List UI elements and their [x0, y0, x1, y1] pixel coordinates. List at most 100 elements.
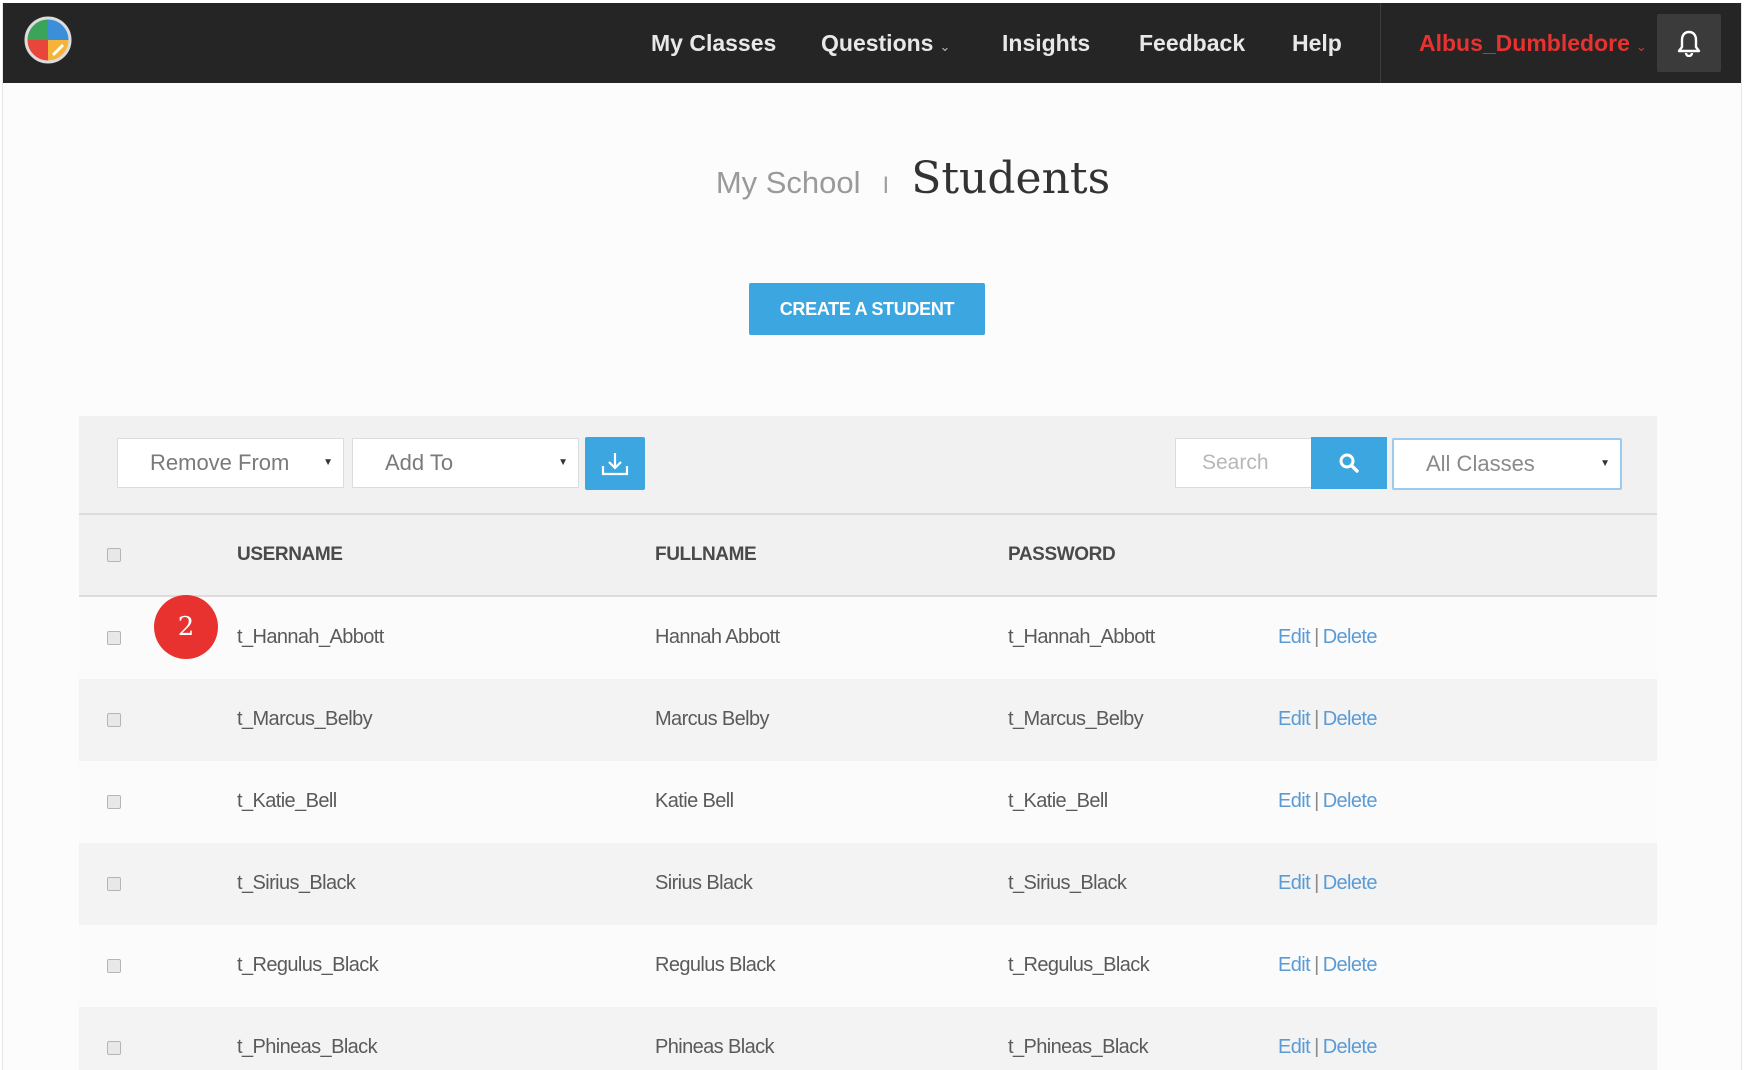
edit-link[interactable]: Edit	[1278, 872, 1311, 895]
download-button[interactable]	[585, 437, 645, 490]
fullname-cell: Regulus Black	[655, 954, 776, 976]
nav-feedback[interactable]: Feedback	[1139, 3, 1245, 83]
remove-from-label: Remove From	[150, 450, 290, 475]
table-row: t_Sirius_Black Sirius Black t_Sirius_Bla…	[79, 843, 1657, 925]
search-input[interactable]	[1175, 438, 1311, 488]
row-checkbox[interactable]	[107, 630, 121, 645]
page-title: Students	[911, 153, 1111, 204]
row-select-cell	[107, 1007, 121, 1070]
actions-cell: Edit | Delete	[1278, 843, 1378, 924]
delete-link[interactable]: Delete	[1323, 626, 1378, 649]
dropdown-arrow-icon: ▼	[558, 457, 568, 468]
app-frame: My Classes Questions ⌄ Insights Feedback …	[2, 3, 1742, 1070]
nav-my-classes-label: My Classes	[651, 30, 777, 56]
username-cell: t_Sirius_Black	[237, 872, 356, 894]
actions-cell: Edit | Delete	[1278, 1007, 1378, 1070]
action-separator: |	[1314, 708, 1319, 730]
delete-link[interactable]: Delete	[1323, 790, 1378, 813]
actions-cell: Edit | Delete	[1278, 925, 1378, 1006]
class-filter-label: All Classes	[1426, 451, 1535, 476]
actions-cell: Edit | Delete	[1278, 597, 1378, 678]
password-cell: t_Hannah_Abbott	[1008, 626, 1155, 648]
username-cell: t_Hannah_Abbott	[237, 626, 384, 648]
download-icon	[601, 452, 629, 475]
row-checkbox[interactable]	[107, 794, 121, 809]
password-cell: t_Marcus_Belby	[1008, 708, 1144, 730]
nav-questions-label: Questions	[821, 30, 934, 56]
add-to-label: Add To	[385, 450, 454, 475]
app-logo-icon[interactable]	[23, 15, 73, 65]
nav-insights[interactable]: Insights	[1002, 3, 1090, 83]
fullname-cell: Hannah Abbott	[655, 626, 780, 648]
column-header-fullname[interactable]: FULLNAME	[655, 515, 757, 595]
password-cell: t_Phineas_Black	[1008, 1036, 1149, 1058]
action-separator: |	[1314, 790, 1319, 812]
actions-cell: Edit | Delete	[1278, 679, 1378, 760]
row-select-cell	[107, 925, 121, 1006]
user-menu[interactable]: Albus_Dumbledore ⌄	[1419, 3, 1647, 83]
nav-divider	[1380, 3, 1381, 83]
edit-link[interactable]: Edit	[1278, 708, 1311, 731]
row-select-cell	[107, 761, 121, 842]
chevron-down-icon: ⌄	[939, 39, 951, 54]
breadcrumb-my-school[interactable]: My School	[716, 165, 861, 201]
fullname-cell: Katie Bell	[655, 790, 734, 812]
username-cell: t_Regulus_Black	[237, 954, 379, 976]
action-separator: |	[1314, 872, 1319, 894]
username-cell: t_Phineas_Black	[237, 1036, 378, 1058]
password-cell: t_Katie_Bell	[1008, 790, 1108, 812]
search-button[interactable]	[1311, 437, 1387, 489]
delete-link[interactable]: Delete	[1323, 1036, 1378, 1059]
row-select-cell	[107, 843, 121, 924]
top-nav-bar: My Classes Questions ⌄ Insights Feedback …	[3, 3, 1741, 83]
table-row: t_Hannah_Abbott Hannah Abbott t_Hannah_A…	[79, 597, 1657, 679]
password-cell: t_Regulus_Black	[1008, 954, 1150, 976]
delete-link[interactable]: Delete	[1323, 708, 1378, 731]
create-student-button[interactable]: CREATE A STUDENT	[749, 283, 985, 335]
edit-link[interactable]: Edit	[1278, 626, 1311, 649]
row-select-cell	[107, 679, 121, 760]
select-all-checkbox[interactable]	[107, 548, 121, 562]
nav-my-classes[interactable]: My Classes	[651, 3, 776, 83]
actions-cell: Edit | Delete	[1278, 761, 1378, 842]
class-filter-select[interactable]: All Classes ▼	[1392, 438, 1622, 490]
nav-help-label: Help	[1292, 30, 1342, 56]
row-checkbox[interactable]	[107, 712, 121, 727]
row-checkbox[interactable]	[107, 1040, 121, 1055]
column-header-username[interactable]: USERNAME	[237, 515, 343, 595]
column-header-password[interactable]: PASSWORD	[1008, 515, 1116, 595]
row-select-cell	[107, 597, 121, 678]
dropdown-arrow-icon: ▼	[323, 457, 333, 468]
fullname-cell: Marcus Belby	[655, 708, 770, 730]
edit-link[interactable]: Edit	[1278, 790, 1311, 813]
remove-from-select[interactable]: Remove From ▼	[117, 438, 344, 488]
edit-link[interactable]: Edit	[1278, 954, 1311, 977]
username-cell: t_Katie_Bell	[237, 790, 337, 812]
add-to-select[interactable]: Add To ▼	[352, 438, 579, 488]
select-all-cell	[107, 515, 121, 595]
bell-icon	[1677, 30, 1701, 57]
table-row: t_Phineas_Black Phineas Black t_Phineas_…	[79, 1007, 1657, 1070]
fullname-cell: Sirius Black	[655, 872, 753, 894]
table-row: t_Regulus_Black Regulus Black t_Regulus_…	[79, 925, 1657, 1007]
username-cell: t_Marcus_Belby	[237, 708, 373, 730]
action-separator: |	[1314, 626, 1319, 648]
students-table: USERNAME FULLNAME PASSWORD t_Hannah_Abbo…	[79, 513, 1657, 1070]
students-panel: Remove From ▼ Add To ▼ All Classes ▼	[79, 416, 1657, 1070]
action-separator: |	[1314, 1036, 1319, 1058]
password-cell: t_Sirius_Black	[1008, 872, 1127, 894]
delete-link[interactable]: Delete	[1323, 872, 1378, 895]
row-checkbox[interactable]	[107, 876, 121, 891]
fullname-cell: Phineas Black	[655, 1036, 775, 1058]
notifications-button[interactable]	[1657, 14, 1721, 72]
page-header: My School I Students	[3, 153, 1741, 223]
delete-link[interactable]: Delete	[1323, 954, 1378, 977]
user-name: Albus_Dumbledore	[1419, 30, 1630, 56]
table-row: t_Katie_Bell Katie Bell t_Katie_Bell Edi…	[79, 761, 1657, 843]
action-separator: |	[1314, 954, 1319, 976]
chevron-down-icon: ⌄	[1635, 39, 1647, 54]
row-checkbox[interactable]	[107, 958, 121, 973]
edit-link[interactable]: Edit	[1278, 1036, 1311, 1059]
nav-questions[interactable]: Questions ⌄	[821, 3, 950, 83]
nav-help[interactable]: Help	[1292, 3, 1342, 83]
